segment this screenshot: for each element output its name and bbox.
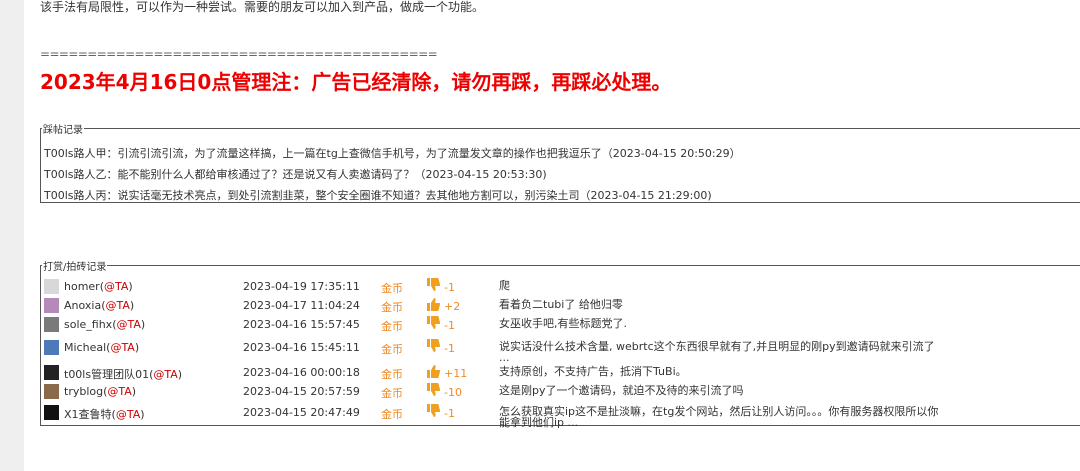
reward-user[interactable]: t00ls管理团队01(@TA) xyxy=(64,366,182,382)
reward-row: Anoxia(@TA) 2023-04-17 11:04:24 金币 +2 看着负二tu… xyxy=(44,297,1044,317)
reward-reason: 女巫收手吧,有些标题党了. xyxy=(499,317,627,330)
trample-line: T00ls路人甲：引流引流引流，为了流量这样搞，上一篇在tg上查微信手机号，为了… xyxy=(44,147,741,160)
reward-user[interactable]: X1查鲁特(@TA) xyxy=(64,406,145,422)
reward-currency: 金币 xyxy=(381,320,403,333)
reward-reason: 爬 xyxy=(499,279,510,292)
admin-notice: 2023年4月16日0点管理注：广告已经清除，请勿再踩，再踩必处理。 xyxy=(40,70,672,94)
intro-text: 该手法有局限性，可以作为一种尝试。需要的朋友可以加入到产品，做成一个功能。 xyxy=(40,0,485,14)
reward-reason: 这是刚py了一个邀请码，就迫不及待的来引流了吗 xyxy=(499,384,744,397)
anoxia-avatar[interactable] xyxy=(44,298,59,313)
reward-date: 2023-04-15 20:47:49 xyxy=(243,406,360,419)
reward-currency: 金币 xyxy=(381,343,403,356)
reward-user[interactable]: homer(@TA) xyxy=(64,280,133,293)
reward-reason: 支持原创，不支持广告，抵消下TuBi。 xyxy=(499,365,687,378)
left-gutter xyxy=(0,0,24,471)
trample-line: T00ls路人乙：能不能别什么人都给审核通过了？还是说又有人卖邀请码了？（202… xyxy=(44,168,547,181)
reward-score: -1 xyxy=(444,342,455,355)
reward-reason: 说实话没什么技术含量, webrtc这个东西很早就有了,并且明显的刚py到邀请码… xyxy=(499,340,935,364)
tryblog-avatar[interactable] xyxy=(44,384,59,399)
reward-score: -1 xyxy=(444,281,455,294)
reward-user[interactable]: tryblog(@TA) xyxy=(64,385,136,398)
homer-avatar[interactable] xyxy=(44,279,59,294)
reward-score: +11 xyxy=(444,367,468,380)
reward-row: t00ls管理团队01(@TA) 2023-04-16 00:00:18 金币 +11… xyxy=(44,364,1044,384)
reward-date: 2023-04-19 17:35:11 xyxy=(243,280,360,293)
thumb-down-icon xyxy=(427,316,441,329)
thumb-down-icon xyxy=(427,383,441,396)
reward-row: homer(@TA) 2023-04-19 17:35:11 金币 -1 爬 xyxy=(44,278,1044,298)
t00ls-avatar[interactable] xyxy=(44,365,59,380)
reward-user[interactable]: sole_fihx(@TA) xyxy=(64,318,145,331)
thumb-down-icon xyxy=(427,404,441,417)
thumb-up-icon xyxy=(427,298,441,311)
trample-record-legend: 踩帖记录 xyxy=(43,125,83,136)
reward-date: 2023-04-16 15:45:11 xyxy=(243,341,360,354)
reward-currency: 金币 xyxy=(381,301,403,314)
thumb-down-icon xyxy=(427,278,441,291)
reward-score: -1 xyxy=(444,319,455,332)
reward-user-name[interactable]: homer xyxy=(64,280,100,293)
reward-currency: 金币 xyxy=(381,368,403,381)
reward-date: 2023-04-15 20:57:59 xyxy=(243,385,360,398)
reward-user[interactable]: Micheal(@TA) xyxy=(64,341,139,354)
reward-user-name[interactable]: Anoxia xyxy=(64,299,101,312)
trample-line: T00ls路人丙：说实话毫无技术亮点，到处引流割韭菜，整个安全圈谁不知道？去其他… xyxy=(44,189,712,202)
micheal-avatar[interactable] xyxy=(44,340,59,355)
reward-user-name[interactable]: tryblog xyxy=(64,385,103,398)
reward-user-name[interactable]: t00ls管理团队01 xyxy=(64,368,149,381)
reward-date: 2023-04-16 15:57:45 xyxy=(243,318,360,331)
reward-reason: 怎么获取真实ip这不是扯淡嘛，在tg发个网站，然后让别人访问。。。你有服务器权限… xyxy=(499,405,939,429)
at-ta-link[interactable]: @TA xyxy=(106,299,130,312)
reward-reason: 看着负二tubi了 给他归零 xyxy=(499,298,623,311)
reward-user-name[interactable]: sole_fihx xyxy=(64,318,112,331)
reward-currency: 金币 xyxy=(381,408,403,421)
reward-score: -10 xyxy=(444,386,462,399)
x1-avatar[interactable] xyxy=(44,405,59,420)
sole-fihx-avatar[interactable] xyxy=(44,317,59,332)
reward-row: sole_fihx(@TA) 2023-04-16 15:57:45 金币 -1 女巫收… xyxy=(44,316,1044,336)
at-ta-link[interactable]: @TA xyxy=(153,368,177,381)
at-ta-link[interactable]: @TA xyxy=(104,280,128,293)
reward-record-box: 打赏/拍砖记录 homer(@TA) 2023-04-19 17:35:11 金币 -… xyxy=(40,258,1080,428)
at-ta-link[interactable]: @TA xyxy=(116,408,140,421)
reward-user-name[interactable]: X1查鲁特 xyxy=(64,408,112,421)
reward-row: tryblog(@TA) 2023-04-15 20:57:59 金币 -10 这是刚p… xyxy=(44,383,1044,403)
at-ta-link[interactable]: @TA xyxy=(107,385,131,398)
reward-score: +2 xyxy=(444,300,461,313)
reward-score: -1 xyxy=(444,407,455,420)
reward-currency: 金币 xyxy=(381,282,403,295)
thumb-up-icon xyxy=(427,365,441,378)
separator-line: ========================================… xyxy=(40,47,438,61)
at-ta-link[interactable]: @TA xyxy=(117,318,141,331)
reward-date: 2023-04-16 00:00:18 xyxy=(243,366,360,379)
reward-row: Micheal(@TA) 2023-04-16 15:45:11 金币 -1 说实话没什… xyxy=(44,339,1044,363)
reward-date: 2023-04-17 11:04:24 xyxy=(243,299,360,312)
reward-record-legend: 打赏/拍砖记录 xyxy=(43,262,107,273)
reward-user[interactable]: Anoxia(@TA) xyxy=(64,299,134,312)
at-ta-link[interactable]: @TA xyxy=(110,341,134,354)
reward-currency: 金币 xyxy=(381,387,403,400)
thumb-down-icon xyxy=(427,339,441,352)
reward-user-name[interactable]: Micheal xyxy=(64,341,106,354)
trample-record-box: 踩帖记录 T00ls路人甲：引流引流引流，为了流量这样搞，上一篇在tg上查微信手… xyxy=(40,121,1080,203)
reward-row: X1查鲁特(@TA) 2023-04-15 20:47:49 金币 -1 怎么获取真实i… xyxy=(44,404,1044,428)
